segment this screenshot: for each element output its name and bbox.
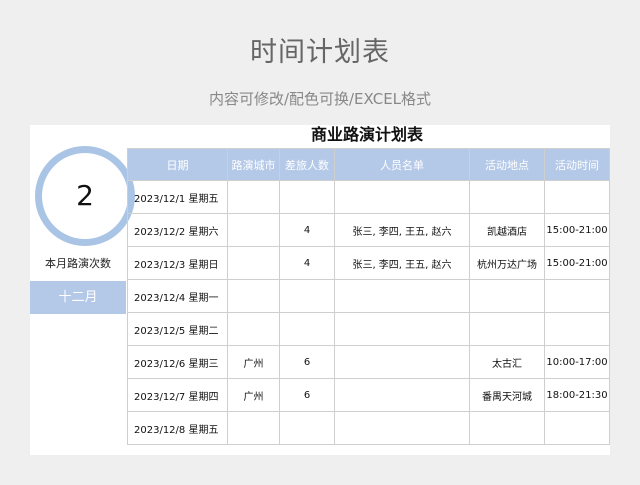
table-cell[interactable] xyxy=(227,213,280,247)
table-cell[interactable]: 2023/12/5 星期二 xyxy=(127,312,228,346)
table-cell[interactable]: 2023/12/3 星期日 xyxy=(127,246,228,280)
table-cell[interactable] xyxy=(469,312,545,346)
roadshow-count-label: 本月路演次数 xyxy=(45,257,111,270)
table-row: 2023/12/6 星期三 广州 6 太古汇 10:00-17:00 xyxy=(127,345,610,379)
table-cell[interactable] xyxy=(544,279,610,313)
table-header-row: 日期 路演城市 差旅人数 人员名单 活动地点 活动时间 xyxy=(127,148,610,181)
table-row: 2023/12/1 星期五 xyxy=(127,180,610,214)
table-cell[interactable] xyxy=(469,279,545,313)
table-cell[interactable]: 2023/12/7 星期四 xyxy=(127,378,228,412)
column-header: 日期 xyxy=(127,148,228,181)
table-cell[interactable] xyxy=(279,180,335,214)
table-cell[interactable]: 15:00-21:00 xyxy=(544,246,610,280)
spreadsheet-preview: 商业路演计划表 2 本月路演次数 十二月 日期 路演城市 差旅人数 人员名单 活… xyxy=(30,125,610,455)
table-cell[interactable]: 番禺天河城 xyxy=(469,378,545,412)
table-cell[interactable] xyxy=(334,411,470,445)
table-row: 2023/12/8 星期五 xyxy=(127,411,610,445)
table-cell[interactable]: 凯越酒店 xyxy=(469,213,545,247)
month-badge: 十二月 xyxy=(30,281,126,314)
table-cell[interactable] xyxy=(334,312,470,346)
sheet-title: 商业路演计划表 xyxy=(310,125,423,144)
table-row: 2023/12/5 星期二 xyxy=(127,312,610,346)
table-cell[interactable]: 2023/12/6 星期三 xyxy=(127,345,228,379)
count-ring: 2 xyxy=(35,146,135,246)
roadshow-count: 2 xyxy=(76,179,94,212)
table-cell[interactable]: 广州 xyxy=(227,378,280,412)
table-cell[interactable]: 2023/12/1 星期五 xyxy=(127,180,228,214)
table-cell[interactable]: 杭州万达广场 xyxy=(469,246,545,280)
table-cell[interactable]: 6 xyxy=(279,378,335,412)
column-header: 路演城市 xyxy=(227,148,280,181)
table-cell[interactable] xyxy=(227,312,280,346)
table-cell[interactable] xyxy=(279,279,335,313)
table-cell[interactable] xyxy=(227,246,280,280)
column-header: 人员名单 xyxy=(334,148,470,181)
table-row: 2023/12/2 星期六 4 张三, 李四, 王五, 赵六 凯越酒店 15:00-21… xyxy=(127,213,610,247)
table-cell[interactable]: 2023/12/2 星期六 xyxy=(127,213,228,247)
column-header: 活动地点 xyxy=(469,148,545,181)
table-body: 2023/12/1 星期五 2023/12/2 星期六 4 张三, 李四, 王五, 赵… xyxy=(127,180,610,445)
table-cell[interactable] xyxy=(469,180,545,214)
table-cell[interactable] xyxy=(227,180,280,214)
table-cell[interactable] xyxy=(227,279,280,313)
table-row: 2023/12/7 星期四 广州 6 番禺天河城 18:00-21:30 xyxy=(127,378,610,412)
table-cell[interactable] xyxy=(334,180,470,214)
table-cell[interactable] xyxy=(279,411,335,445)
table-cell[interactable] xyxy=(544,180,610,214)
table-cell[interactable] xyxy=(227,411,280,445)
table-cell[interactable] xyxy=(544,411,610,445)
table-cell[interactable] xyxy=(279,312,335,346)
table-row: 2023/12/4 星期一 xyxy=(127,279,610,313)
table-cell[interactable]: 2023/12/4 星期一 xyxy=(127,279,228,313)
table-cell[interactable]: 太古汇 xyxy=(469,345,545,379)
table-cell[interactable]: 广州 xyxy=(227,345,280,379)
table-cell[interactable]: 张三, 李四, 王五, 赵六 xyxy=(334,213,470,247)
column-header: 活动时间 xyxy=(544,148,610,181)
table-cell[interactable]: 15:00-21:00 xyxy=(544,213,610,247)
table-cell[interactable]: 6 xyxy=(279,345,335,379)
page-title: 时间计划表 xyxy=(250,37,390,68)
table-cell[interactable] xyxy=(469,411,545,445)
plan-table: 日期 路演城市 差旅人数 人员名单 活动地点 活动时间 2023/12/1 星期… xyxy=(127,148,610,445)
table-row: 2023/12/3 星期日 4 张三, 李四, 王五, 赵六 杭州万达广场 15:00-… xyxy=(127,246,610,280)
table-cell[interactable] xyxy=(334,279,470,313)
table-cell[interactable] xyxy=(544,312,610,346)
table-cell[interactable]: 2023/12/8 星期五 xyxy=(127,411,228,445)
table-cell[interactable]: 张三, 李四, 王五, 赵六 xyxy=(334,246,470,280)
table-cell[interactable] xyxy=(334,345,470,379)
page-subtitle: 内容可修改/配色可换/EXCEL格式 xyxy=(208,90,432,108)
table-cell[interactable]: 18:00-21:30 xyxy=(544,378,610,412)
table-cell[interactable]: 10:00-17:00 xyxy=(544,345,610,379)
table-cell[interactable]: 4 xyxy=(279,213,335,247)
table-cell[interactable] xyxy=(334,378,470,412)
column-header: 差旅人数 xyxy=(279,148,335,181)
table-cell[interactable]: 4 xyxy=(279,246,335,280)
